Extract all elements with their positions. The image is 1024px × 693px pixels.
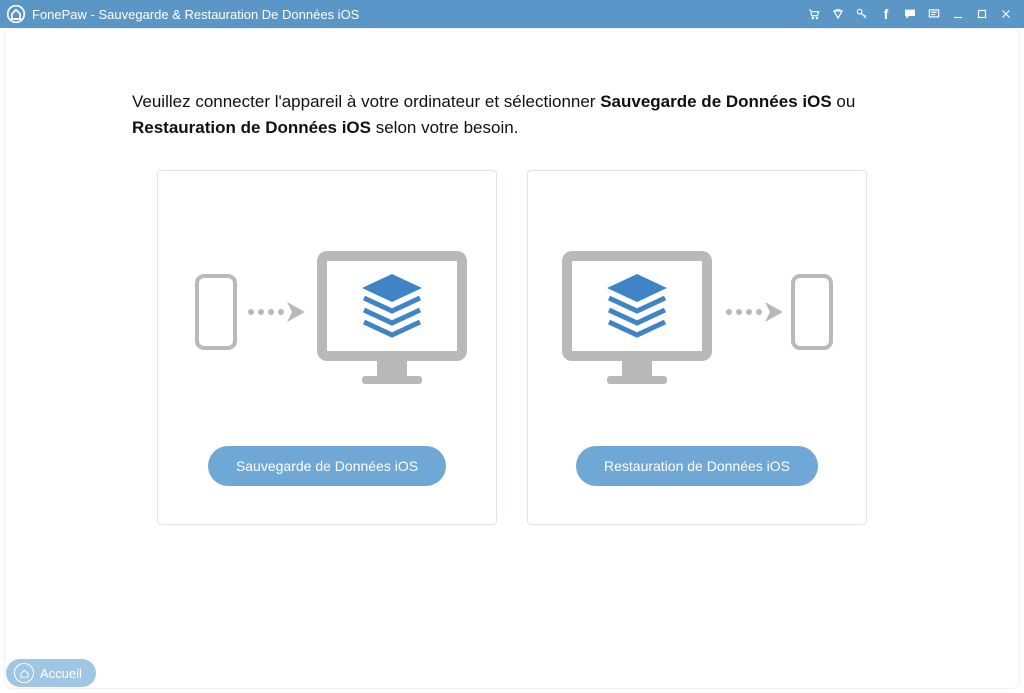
restore-illustration <box>528 226 866 396</box>
maximize-button[interactable] <box>972 4 992 24</box>
main-panel: Veuillez connecter l'appareil à votre or… <box>4 28 1020 689</box>
home-button[interactable]: Accueil <box>6 659 96 687</box>
instruction-prefix: Veuillez connecter l'appareil à votre or… <box>132 92 600 111</box>
instruction-text: Veuillez connecter l'appareil à votre or… <box>132 89 892 140</box>
backup-illustration <box>158 226 496 396</box>
backup-card: Sauvegarde de Données iOS <box>157 170 497 525</box>
instruction-bold-backup: Sauvegarde de Données iOS <box>600 92 831 111</box>
instruction-mid: ou <box>832 92 856 111</box>
restore-card: Restauration de Données iOS <box>527 170 867 525</box>
cart-icon[interactable] <box>804 4 824 24</box>
home-icon <box>14 663 34 683</box>
title-bar: FonePaw - Sauvegarde & Restauration De D… <box>0 0 1024 28</box>
instruction-bold-restore: Restauration de Données iOS <box>132 118 371 137</box>
window-title: FonePaw - Sauvegarde & Restauration De D… <box>32 7 359 22</box>
key-icon[interactable] <box>852 4 872 24</box>
restore-button[interactable]: Restauration de Données iOS <box>576 446 818 486</box>
home-label: Accueil <box>40 666 82 681</box>
app-logo-icon <box>6 4 26 24</box>
diamond-icon[interactable] <box>828 4 848 24</box>
close-button[interactable] <box>996 4 1016 24</box>
facebook-icon[interactable]: f <box>876 4 896 24</box>
chat-icon[interactable] <box>900 4 920 24</box>
option-cards: Sauvegarde de Données iOS <box>65 170 959 525</box>
feedback-icon[interactable] <box>924 4 944 24</box>
minimize-button[interactable] <box>948 4 968 24</box>
backup-button[interactable]: Sauvegarde de Données iOS <box>208 446 446 486</box>
instruction-suffix: selon votre besoin. <box>371 118 518 137</box>
